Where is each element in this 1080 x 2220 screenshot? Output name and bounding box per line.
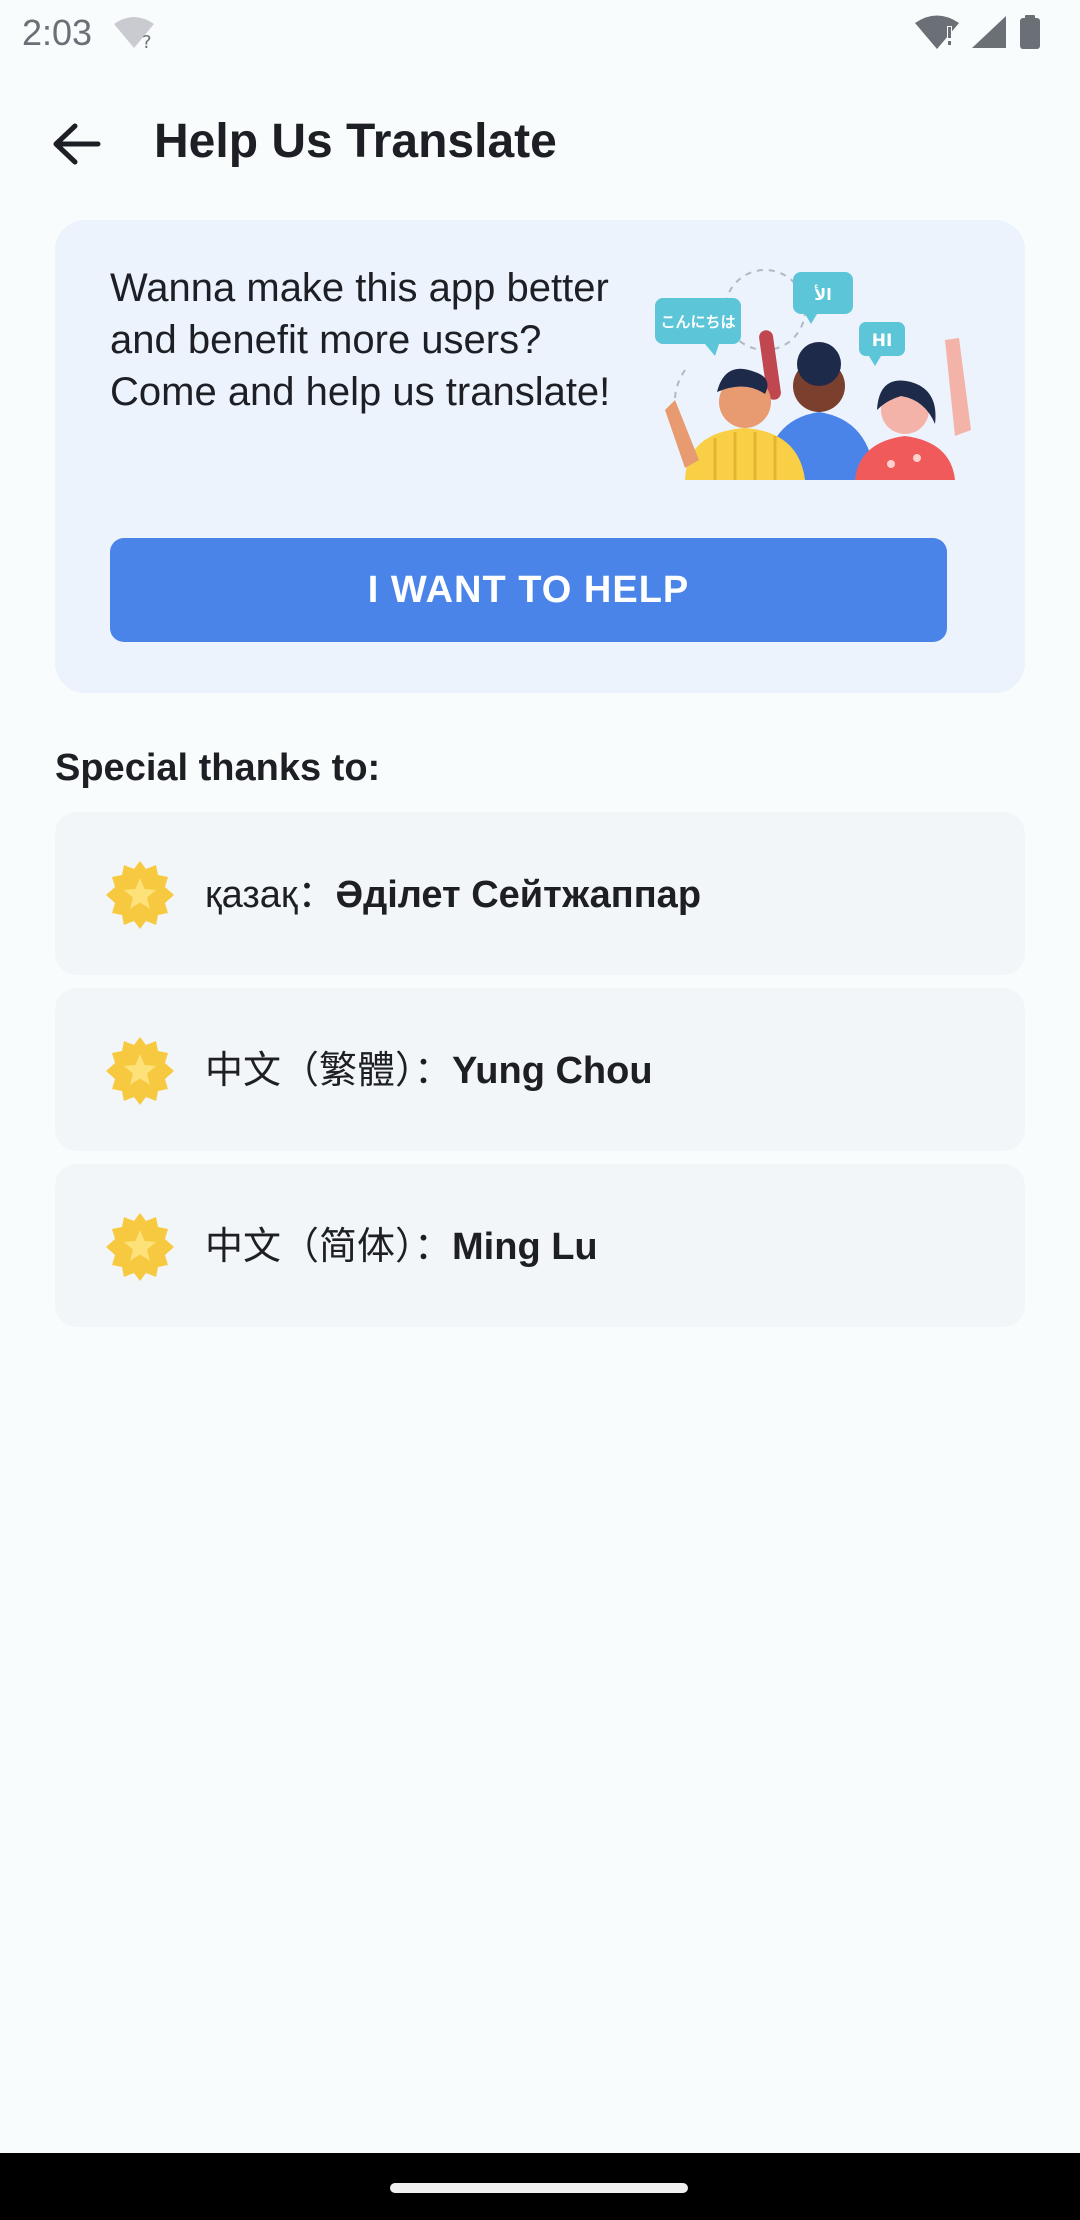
star-badge-icon [106, 1213, 174, 1281]
svg-text:?: ? [142, 32, 152, 50]
special-thanks-heading: Special thanks to: [55, 747, 381, 789]
translator-item-kazakh: қазақ：Әділет Сейтжаппар [55, 812, 1025, 975]
banner-text: Wanna make this app better and benefit m… [110, 266, 611, 414]
signal-icon [970, 14, 1008, 55]
page-title: Help Us Translate [154, 115, 557, 168]
translator-name: Әділет Сейтжаппар [335, 874, 702, 916]
battery-icon [1018, 14, 1042, 55]
bubble-japanese: こんにちは [660, 313, 735, 331]
people-waving-illustration: こんにちは الأ HI [655, 269, 971, 480]
translator-language: қазақ： [205, 874, 336, 916]
navigation-bar [0, 2153, 1080, 2220]
status-bar: 2:03 ? [0, 0, 1080, 66]
back-button[interactable] [40, 108, 112, 180]
i-want-to-help-button[interactable]: I WANT TO HELP [110, 538, 947, 642]
bubble-arabic: الأ [814, 285, 831, 304]
translator-language: 中文（繁體）： [205, 1050, 453, 1092]
wifi-unknown-icon: ? [112, 16, 156, 55]
translator-item-traditional-chinese: 中文（繁體）：Yung Chou [55, 988, 1025, 1151]
translate-banner: Wanna make this app better and benefit m… [55, 220, 1025, 693]
translator-language: 中文（简体）： [205, 1226, 453, 1268]
translator-item-simplified-chinese: 中文（简体）：Ming Lu [55, 1164, 1025, 1327]
translator-name: Yung Chou [452, 1050, 653, 1092]
wifi-alert-icon [914, 14, 960, 55]
arrow-left-icon [53, 123, 101, 165]
star-badge-icon [106, 861, 174, 929]
home-gesture-handle[interactable] [390, 2183, 688, 2193]
status-time: 2:03 [22, 12, 93, 53]
translators-list: қазақ：Әділет Сейтжаппар 中文（繁體）：Yung Chou… [55, 812, 1025, 1340]
star-badge-icon [106, 1037, 174, 1105]
bubble-hi: HI [872, 331, 893, 351]
translator-name: Ming Lu [452, 1226, 598, 1268]
